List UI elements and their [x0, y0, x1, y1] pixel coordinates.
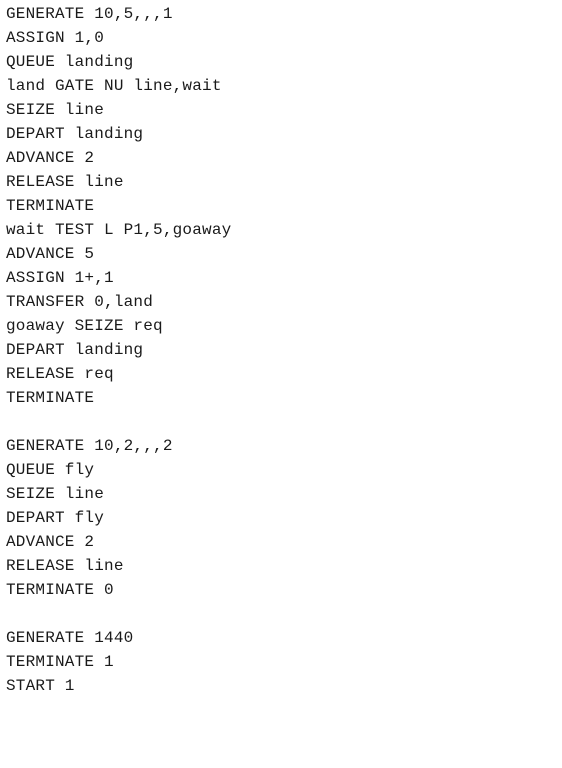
code-line: RELEASE line	[6, 173, 124, 191]
code-editor[interactable]: GENERATE 10,5,,,1 ASSIGN 1,0 QUEUE landi…	[0, 0, 562, 768]
code-line: SEIZE line	[6, 485, 105, 503]
code-line: ADVANCE 2	[6, 149, 95, 167]
code-line: RELEASE req	[6, 365, 114, 383]
code-line: DEPART landing	[6, 125, 144, 143]
code-line: ADVANCE 5	[6, 245, 95, 263]
code-line: TERMINATE	[6, 197, 95, 215]
code-line: ADVANCE 2	[6, 533, 95, 551]
code-line: GENERATE 10,2,,,2	[6, 437, 173, 455]
code-line: DEPART fly	[6, 509, 105, 527]
code-line: START 1	[6, 677, 75, 695]
code-line: TRANSFER 0,land	[6, 293, 154, 311]
code-line: GENERATE 10,5,,,1	[6, 5, 173, 23]
code-line: QUEUE fly	[6, 461, 95, 479]
code-line: ASSIGN 1+,1	[6, 269, 114, 287]
code-line: QUEUE landing	[6, 53, 134, 71]
code-line: goaway SEIZE req	[6, 317, 163, 335]
code-line: ASSIGN 1,0	[6, 29, 105, 47]
code-line: TERMINATE 1	[6, 653, 114, 671]
code-line: RELEASE line	[6, 557, 124, 575]
code-line: DEPART landing	[6, 341, 144, 359]
code-line: land GATE NU line,wait	[6, 77, 222, 95]
code-line: wait TEST L P1,5,goaway	[6, 221, 232, 239]
code-line: GENERATE 1440	[6, 629, 134, 647]
code-line: TERMINATE 0	[6, 581, 114, 599]
code-line: TERMINATE	[6, 389, 95, 407]
code-line: SEIZE line	[6, 101, 105, 119]
